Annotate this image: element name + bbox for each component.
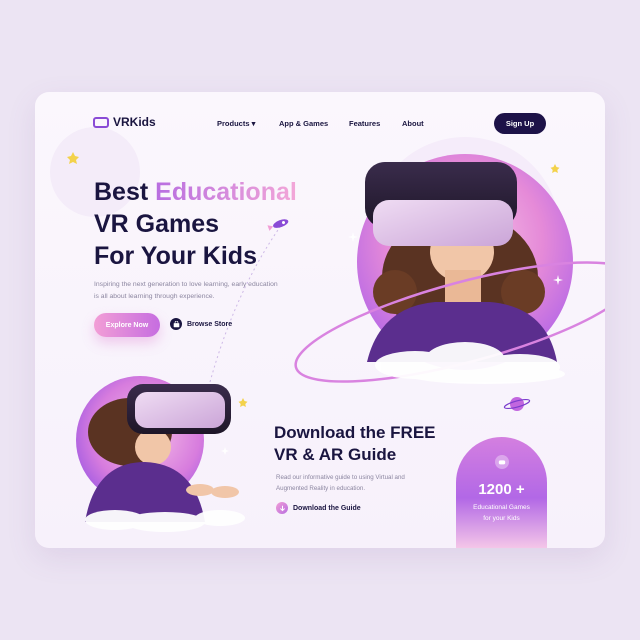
hero-title-line3: For Your Kids [94, 242, 257, 270]
games-stat-card: 1200 + Educational Games for your Kids [456, 437, 547, 548]
download-icon [276, 502, 288, 514]
hero-title-accent: Educational [155, 178, 297, 206]
hero-title: Best Educational VR Games For Your Kids [94, 176, 297, 272]
kid-vr-guide [85, 384, 239, 522]
download-guide-label: Download the Guide [293, 504, 361, 512]
games-count: 1200 + [478, 481, 525, 498]
download-title-line2: VR & AR Guide [274, 445, 397, 464]
download-title: Download the FREE VR & AR Guide [274, 422, 436, 466]
download-subtext: Read our informative guide to using Virt… [276, 474, 405, 492]
top-nav: VRKids Products ▾ App & Games Features A… [35, 92, 605, 152]
nav-products-label: Products [217, 119, 250, 128]
planet-icon [503, 397, 531, 411]
gamepad-icon [494, 455, 509, 469]
sign-up-button[interactable]: Sign Up [494, 113, 546, 134]
games-label-line1: Educational Games [473, 504, 530, 511]
store-icon [170, 318, 182, 330]
download-title-line1: Download the FREE [274, 423, 436, 442]
hero-subtext: Inspiring the next generation to love le… [94, 281, 278, 300]
explore-now-button[interactable]: Explore Now [94, 313, 160, 337]
nav-app-games[interactable]: App & Games [279, 119, 328, 128]
hero-title-plain: Best [94, 178, 156, 206]
chevron-down-icon: ▾ [251, 119, 256, 128]
games-label-line2: for your Kids [483, 515, 520, 522]
browse-store-button[interactable]: Browse Store [170, 318, 232, 330]
brand-name: VRKids [113, 115, 156, 129]
hero-title-line2: VR Games [94, 210, 220, 238]
nav-about[interactable]: About [402, 119, 424, 128]
kid-clouds [85, 510, 245, 532]
vr-headset-logo-icon [93, 116, 109, 128]
browse-store-label: Browse Store [187, 320, 233, 328]
landing-card: VRKids Products ▾ App & Games Features A… [35, 92, 605, 548]
nav-products[interactable]: Products ▾ [217, 119, 255, 128]
nav-features[interactable]: Features [349, 119, 380, 128]
brand-logo[interactable]: VRKids [93, 115, 156, 129]
download-guide-link[interactable]: Download the Guide [276, 502, 361, 514]
